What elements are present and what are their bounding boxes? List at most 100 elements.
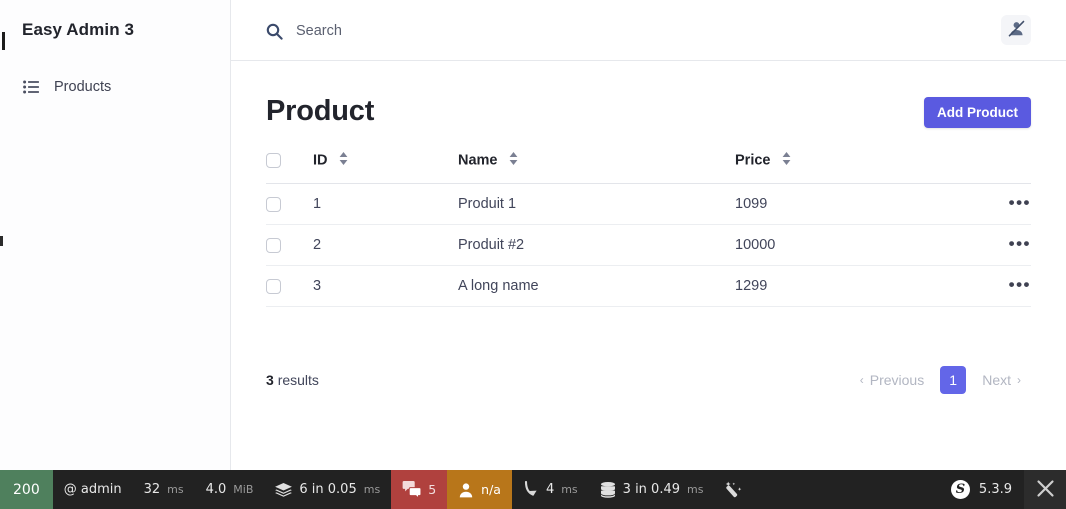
symfony-version-value: 5.3.9 <box>978 482 1012 497</box>
toolbar-time[interactable]: 32 ms <box>133 470 195 509</box>
sidebar-item-label: Products <box>54 79 112 95</box>
cell-name: A long name <box>458 265 735 307</box>
select-all-header <box>266 152 313 184</box>
row-actions-menu-icon[interactable]: ••• <box>1009 235 1031 252</box>
page-header: Product Add Product <box>266 94 1031 134</box>
sort-icon[interactable] <box>339 152 348 169</box>
translation-icon <box>402 481 422 498</box>
search-input[interactable] <box>296 23 596 39</box>
toolbar-cache-unit: ms <box>363 483 381 496</box>
toolbar-time-unit: ms <box>167 483 184 496</box>
column-header-price-label: Price <box>735 152 771 169</box>
cell-id: 3 <box>313 265 458 307</box>
drawer-handle <box>2 32 5 50</box>
column-header-price[interactable]: Price <box>735 152 951 184</box>
pagination: ‹ Previous 1 Next › <box>850 366 1031 394</box>
cell-name: Produit #2 <box>458 224 735 266</box>
toolbar-memory-value: 4.0 <box>205 482 227 497</box>
column-header-id-label: ID <box>313 152 328 169</box>
select-all-checkbox[interactable] <box>266 153 281 168</box>
row-checkbox[interactable] <box>266 278 281 294</box>
column-header-actions <box>951 152 1031 184</box>
toolbar-debug-tools[interactable] <box>714 470 755 509</box>
toolbar-database-value: 3 in 0.49 <box>622 482 681 497</box>
toolbar-translations[interactable]: 5 <box>391 470 448 509</box>
sidebar-item-products[interactable]: Products <box>0 70 230 104</box>
toolbar-database[interactable]: 3 in 0.49 ms <box>589 470 715 509</box>
sidebar-nav: Products <box>0 70 230 104</box>
toolbar-security[interactable]: n/a <box>447 470 512 509</box>
topbar <box>231 0 1066 61</box>
add-product-button[interactable]: Add Product <box>924 97 1031 128</box>
list-ul-icon <box>22 79 40 95</box>
table-body: 1 Produit 1 1099 ••• 2 Produit #2 10000 <box>266 183 1031 307</box>
row-actions-menu-icon[interactable]: ••• <box>1009 276 1031 293</box>
row-checkbox[interactable] <box>266 196 281 212</box>
layers-icon <box>275 482 293 497</box>
toolbar-forward[interactable]: 4 ms <box>512 470 589 509</box>
toolbar-status-code[interactable]: 200 <box>0 470 53 509</box>
scroll-marker <box>0 236 3 246</box>
search-box[interactable] <box>266 16 596 46</box>
toolbar-user[interactable]: @ admin <box>53 470 133 509</box>
cell-price: 1099 <box>735 183 951 225</box>
row-checkbox[interactable] <box>266 237 281 253</box>
table-row[interactable]: 2 Produit #2 10000 ••• <box>266 224 1031 266</box>
pagination-page-1[interactable]: 1 <box>940 366 967 394</box>
toolbar-cache-value: 6 in 0.05 <box>299 482 357 497</box>
sort-icon[interactable] <box>782 152 791 169</box>
toolbar-time-value: 32 <box>143 482 161 497</box>
row-actions-menu-icon[interactable]: ••• <box>1009 194 1031 211</box>
toolbar-forward-value: 4 <box>545 482 555 497</box>
table-header-row: ID Name Price <box>266 152 1031 184</box>
row-actions-cell: ••• <box>951 183 1031 225</box>
forward-arrow-icon <box>523 481 539 498</box>
products-table: ID Name Price 1 Produit 1 1099 ••• 2 Pro… <box>266 152 1031 307</box>
search-icon <box>266 23 283 40</box>
table-row[interactable]: 3 A long name 1299 ••• <box>266 265 1031 307</box>
results-count: 3 <box>266 372 274 388</box>
column-header-name-label: Name <box>458 152 498 169</box>
toolbar-cache[interactable]: 6 in 0.05 ms <box>264 470 391 509</box>
user-icon <box>458 482 474 498</box>
cell-id: 2 <box>313 224 458 266</box>
table-head: ID Name Price <box>266 152 1031 184</box>
toolbar-user-value: @ admin <box>63 482 122 497</box>
toolbar-close-button[interactable] <box>1024 470 1066 509</box>
toolbar-security-value: n/a <box>481 482 501 497</box>
toolbar-memory[interactable]: 4.0 MiB <box>195 470 265 509</box>
user-slash-icon <box>1008 20 1025 40</box>
list-footer: 3 results ‹ Previous 1 Next › <box>266 366 1031 394</box>
pagination-previous-label: Previous <box>869 372 925 388</box>
page-title: Product <box>266 95 375 127</box>
cell-name: Produit 1 <box>458 183 735 225</box>
status-code-value: 200 <box>13 481 40 498</box>
results-label: results <box>277 372 319 388</box>
row-select-cell <box>266 183 313 225</box>
close-icon <box>1036 479 1055 501</box>
table-row[interactable]: 1 Produit 1 1099 ••• <box>266 183 1031 225</box>
chevron-right-icon: › <box>1017 373 1021 387</box>
pagination-previous[interactable]: ‹ Previous <box>850 366 934 394</box>
row-select-cell <box>266 265 313 307</box>
results-summary: 3 results <box>266 372 319 388</box>
row-actions-cell: ••• <box>951 224 1031 266</box>
cell-price: 10000 <box>735 224 951 266</box>
sidebar: Easy Admin 3 Products <box>0 0 231 470</box>
row-select-cell <box>266 224 313 266</box>
toolbar-translations-count: 5 <box>428 482 437 497</box>
main-content: Product Add Product ID Name Price 1 Prod… <box>231 61 1066 470</box>
column-header-name[interactable]: Name <box>458 152 735 184</box>
row-actions-cell: ••• <box>951 265 1031 307</box>
pagination-next[interactable]: Next › <box>972 366 1031 394</box>
toolbar-symfony-version[interactable]: S 5.3.9 <box>938 470 1024 509</box>
user-menu-button[interactable] <box>1001 15 1031 45</box>
toolbar-database-unit: ms <box>687 483 704 496</box>
symfony-logo-icon: S <box>950 480 970 499</box>
toolbar-memory-unit: MiB <box>233 483 254 496</box>
column-header-id[interactable]: ID <box>313 152 458 184</box>
sort-icon[interactable] <box>509 152 518 169</box>
brand-title: Easy Admin 3 <box>22 20 135 39</box>
database-icon <box>600 481 616 498</box>
